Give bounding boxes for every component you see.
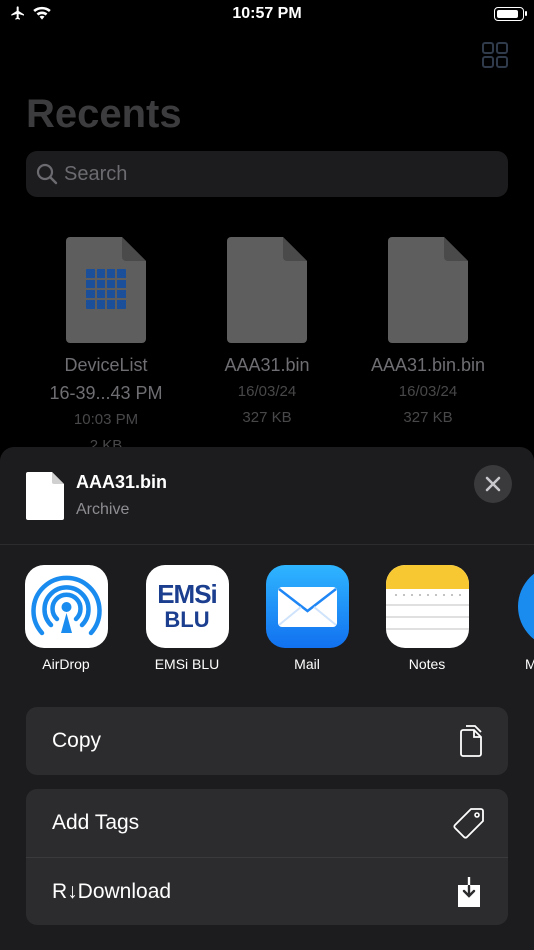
status-bar: 10:57 PM — [0, 0, 534, 30]
add-tags-action[interactable]: Add Tags — [26, 789, 508, 857]
search-bar[interactable] — [26, 151, 508, 197]
share-sheet: AAA31.bin Archive AirDrop EMSi BLU EMSi … — [0, 447, 534, 950]
document-icon — [227, 237, 307, 343]
file-actions-group: Add Tags R↓Download — [26, 789, 508, 925]
share-apps-row: AirDrop EMSi BLU EMSi BLU Mail Notes M — [0, 565, 534, 675]
copy-label: Copy — [52, 729, 102, 752]
file-size: 327 KB — [403, 409, 453, 426]
share-app-airdrop[interactable]: AirDrop — [16, 565, 116, 672]
notes-icon — [385, 565, 469, 648]
recent-files-grid: DeviceList 16-39...43 PM 10:03 PM 2 KB AA… — [0, 237, 534, 447]
mail-icon — [265, 565, 349, 648]
emsi-blu-icon: EMSi BLU — [145, 565, 229, 648]
add-tags-label: Add Tags — [52, 811, 140, 834]
share-sheet-header: AAA31.bin Archive — [0, 447, 534, 545]
battery-icon — [494, 7, 527, 21]
search-input[interactable] — [64, 151, 494, 197]
file-size: 2 KB — [89, 437, 123, 447]
share-app-notes[interactable]: Notes — [377, 565, 477, 672]
file-size: 327 KB — [242, 409, 292, 426]
copy-icon — [460, 725, 482, 757]
file-name: AAA31.bin.bin — [370, 355, 486, 375]
download-icon — [458, 877, 480, 907]
copy-action[interactable]: Copy — [26, 707, 508, 775]
copy-group: Copy — [26, 707, 508, 775]
share-app-emsi-blu[interactable]: EMSi BLU EMSi BLU — [137, 565, 237, 672]
status-time: 10:57 PM — [232, 5, 302, 22]
emsi-logo-text: EMSi — [157, 579, 218, 609]
app-label: AirDrop — [42, 656, 90, 672]
file-item[interactable]: DeviceList 16-39...43 PM 10:03 PM 2 KB — [26, 237, 186, 447]
grid-view-icon[interactable] — [482, 42, 508, 68]
messenger-icon — [505, 565, 534, 648]
blu-logo-text: BLU — [164, 607, 210, 632]
file-name: AAA31.bin — [224, 355, 310, 375]
document-icon — [388, 237, 468, 343]
app-label: EMSi BLU — [154, 656, 220, 672]
share-file-type: Archive — [76, 501, 130, 518]
app-label: Notes — [408, 656, 446, 672]
file-item[interactable]: AAA31.bin.bin 16/03/24 327 KB — [348, 237, 508, 431]
spreadsheet-icon — [66, 237, 146, 343]
search-icon — [36, 163, 58, 185]
share-app-mail[interactable]: Mail — [257, 565, 357, 672]
document-icon — [26, 472, 64, 520]
share-app-messenger[interactable]: M — [497, 565, 534, 672]
close-button[interactable] — [474, 465, 512, 503]
app-label: Mail — [294, 656, 320, 672]
tag-icon — [453, 808, 484, 839]
download-label: R↓Download — [52, 879, 172, 903]
download-action[interactable]: R↓Download — [26, 857, 508, 925]
file-date: 16/03/24 — [237, 383, 297, 400]
page-title: Recents — [26, 92, 182, 136]
close-icon — [485, 476, 501, 492]
share-file-name: AAA31.bin — [76, 472, 168, 492]
app-label: M — [525, 656, 534, 672]
airdrop-icon — [24, 565, 108, 648]
file-name: DeviceList 16-39...43 PM — [49, 355, 163, 403]
file-date: 16/03/24 — [398, 383, 458, 400]
file-date: 10:03 PM — [73, 411, 139, 428]
file-item[interactable]: AAA31.bin 16/03/24 327 KB — [187, 237, 347, 431]
